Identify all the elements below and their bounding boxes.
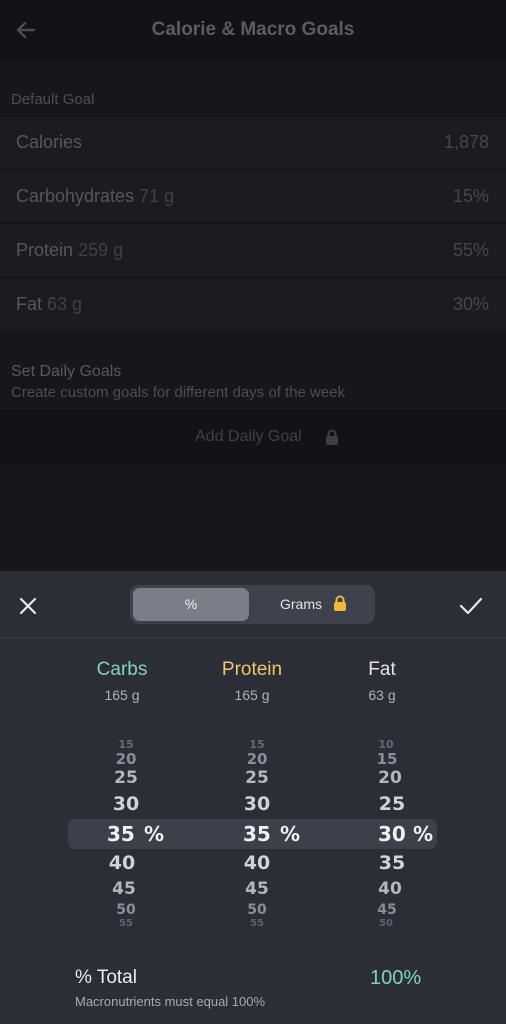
picker-value: 50	[116, 902, 136, 918]
row-carbohydrates[interactable]: Carbohydrates 71 g 15%	[0, 171, 506, 223]
daily-goals-title: Set Daily Goals	[11, 363, 122, 380]
protein-grams: 165 g	[234, 687, 270, 703]
picker-value: 25	[114, 768, 138, 788]
fat-selected-value: 30	[378, 822, 406, 846]
carbs-selected-value: 35	[107, 822, 135, 846]
picker-value: 40	[378, 879, 402, 899]
daily-goals-subtitle: Create custom goals for different days o…	[11, 384, 346, 401]
picker-value: 20	[115, 750, 137, 768]
row-value: 1,878	[443, 132, 489, 152]
picker-value: 55	[119, 918, 133, 929]
total-label: % Total	[75, 967, 137, 988]
picker-value: 40	[108, 852, 136, 874]
default-goal-label: Default Goal	[11, 91, 95, 108]
picker-value: 45	[245, 879, 269, 899]
row-calories[interactable]: Calories 1,878	[0, 117, 506, 169]
check-icon[interactable]	[458, 595, 484, 617]
lock-icon	[326, 429, 338, 445]
picker-value: 35	[378, 852, 406, 874]
top-bar: Calorie & Macro Goals	[0, 0, 506, 62]
row-fat[interactable]: Fat 63 g 30%	[0, 279, 506, 331]
picker-value: 15	[376, 750, 398, 768]
picker-value: 45	[377, 902, 397, 918]
picker-value: 40	[243, 852, 271, 874]
add-daily-goal-label: Add Daily Goal	[195, 428, 302, 445]
macro-picker-sheet: % Grams Carbs 165 g Protein 165 g Fat 63…	[0, 571, 506, 1024]
row-value: 55%	[452, 240, 489, 260]
picker-value: 50	[379, 918, 393, 929]
row-protein[interactable]: Protein 259 g 55%	[0, 225, 506, 277]
carbs-heading: Carbs	[96, 659, 148, 680]
close-icon[interactable]	[17, 595, 39, 617]
total-value: 100%	[370, 967, 422, 989]
picker-value: 55	[250, 918, 264, 929]
fat-grams: 63 g	[368, 687, 396, 703]
row-label: Protein 259 g	[16, 240, 124, 260]
total-note: Macronutrients must equal 100%	[75, 994, 266, 1009]
picker-value: 20	[378, 768, 402, 788]
row-label: Carbohydrates 71 g	[16, 186, 175, 206]
grams-option[interactable]: Grams	[280, 596, 322, 612]
picker-value: 30	[112, 793, 140, 815]
row-label: Calories	[16, 132, 83, 152]
fat-heading: Fat	[368, 659, 396, 680]
picker-value: 45	[112, 879, 136, 899]
carbs-grams: 165 g	[104, 687, 140, 703]
sheet-header: % Grams	[0, 571, 506, 638]
row-value: 30%	[452, 294, 489, 314]
protein-unit: %	[280, 822, 301, 846]
picker-value: 50	[247, 902, 267, 918]
picker-value: 20	[246, 750, 268, 768]
picker-value: 25	[245, 768, 269, 788]
carbs-unit: %	[144, 822, 165, 846]
add-daily-goal-button[interactable]: Add Daily Goal	[0, 408, 506, 464]
percent-option[interactable]: %	[133, 588, 249, 621]
background-page: Calorie & Macro Goals Default Goal Calor…	[0, 0, 506, 571]
page-title: Calorie & Macro Goals	[151, 19, 355, 40]
fat-unit: %	[413, 822, 434, 846]
picker-value: 25	[378, 793, 406, 815]
protein-heading: Protein	[221, 659, 283, 680]
unit-toggle: % Grams	[130, 585, 375, 624]
lock-icon	[334, 595, 346, 611]
row-label: Fat 63 g	[16, 294, 83, 314]
screen: Calorie & Macro Goals Default Goal Calor…	[0, 0, 506, 1024]
picker-value: 30	[243, 793, 271, 815]
protein-selected-value: 35	[243, 822, 271, 846]
row-value: 15%	[452, 186, 489, 206]
